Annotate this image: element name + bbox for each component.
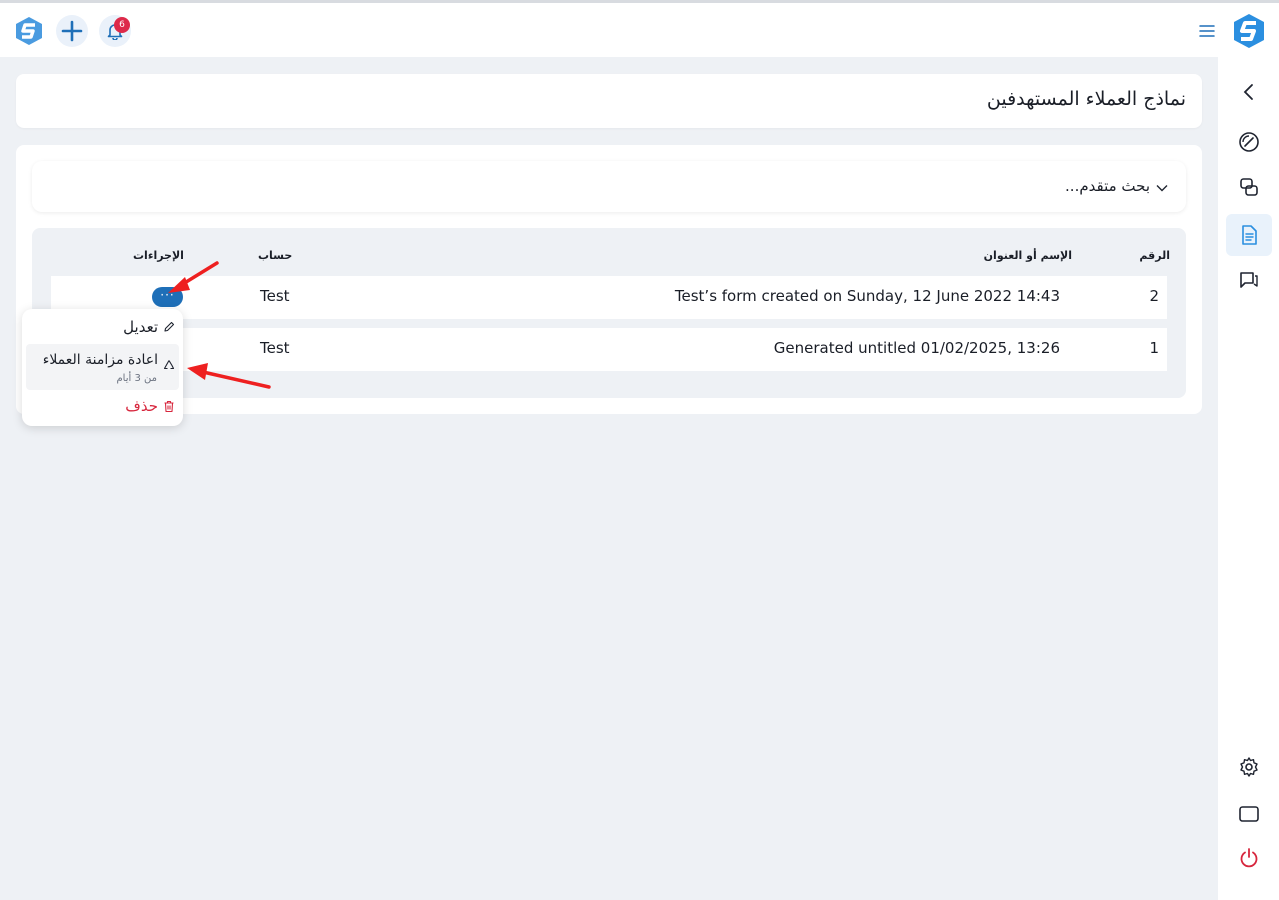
plus-icon <box>61 20 83 42</box>
content-card: بحث متقدم... الرقم الإسم أو العنوان حساب… <box>16 145 1202 414</box>
forms-table: الرقم الإسم أو العنوان حساب الإجراءات 2 … <box>32 228 1186 398</box>
menu-item-edit-label: تعديل <box>123 318 158 336</box>
menu-item-delete-label: حذف <box>125 397 158 415</box>
gear-icon <box>1240 757 1258 777</box>
menu-item-resync-timestamp: من 3 أيام <box>116 373 157 384</box>
brand-logo-icon[interactable] <box>1232 13 1266 49</box>
recycle-icon <box>163 360 175 370</box>
menu-item-resync-clients[interactable]: اعادة مزامنة العملاء <box>43 349 175 371</box>
menu-item-resync-label: اعادة مزامنة العملاء <box>42 352 158 368</box>
chat-icon <box>1240 272 1258 288</box>
trash-icon <box>164 400 174 412</box>
row-number: 1 <box>1149 339 1159 357</box>
sidebar-item-fullscreen[interactable] <box>1226 793 1272 835</box>
row-name[interactable]: Generated untitled 01/02/2025, 13:26 <box>774 339 1060 357</box>
page-header: نماذج العملاء المستهدفين <box>16 74 1202 128</box>
document-icon <box>1242 225 1257 245</box>
gauge-icon <box>1239 132 1259 152</box>
chevron-left-icon <box>1243 84 1253 100</box>
add-button[interactable] <box>56 15 88 47</box>
row-actions-menu: تعديل اعادة مزامنة العملاء من 3 أيام حذف <box>22 309 183 426</box>
menu-item-delete[interactable]: حذف <box>125 397 175 415</box>
column-header-number: الرقم <box>1139 249 1170 262</box>
notification-count-badge: 6 <box>114 17 130 33</box>
top-bar: 6 <box>0 0 1279 57</box>
link-icon <box>1240 178 1258 196</box>
table-row[interactable]: 2 Test’s form created on Sunday, 12 June… <box>51 276 1167 319</box>
screen-icon <box>1239 806 1259 822</box>
row-name[interactable]: Test’s form created on Sunday, 12 June 2… <box>675 287 1060 305</box>
column-header-name: الإسم أو العنوان <box>983 249 1072 262</box>
menu-item-edit[interactable]: تعديل <box>123 318 175 336</box>
app-logo-icon[interactable] <box>14 16 44 46</box>
page-title: نماذج العملاء المستهدفين <box>986 88 1186 110</box>
sidebar-item-integrations[interactable] <box>1226 166 1272 208</box>
advanced-search-label: بحث متقدم... <box>1065 177 1150 195</box>
row-actions-button[interactable]: ··· <box>152 287 183 307</box>
table-row[interactable]: 1 Generated untitled 01/02/2025, 13:26 T… <box>51 328 1167 371</box>
sidebar-item-messages[interactable] <box>1226 259 1272 301</box>
sidebar-item-settings[interactable] <box>1226 746 1272 788</box>
column-header-actions: الإجراءات <box>133 249 184 262</box>
row-account: Test <box>260 339 290 357</box>
row-account: Test <box>260 287 290 305</box>
advanced-search-toggle[interactable]: بحث متقدم... <box>32 161 1186 212</box>
sidebar-item-dashboard[interactable] <box>1226 121 1272 163</box>
sidebar <box>1218 57 1279 900</box>
hamburger-menu-icon[interactable] <box>1199 24 1215 38</box>
row-number: 2 <box>1149 287 1159 305</box>
annotation-arrows <box>168 261 271 389</box>
sidebar-item-forms[interactable] <box>1226 214 1272 256</box>
collapse-sidebar-button[interactable] <box>1226 71 1272 113</box>
sidebar-item-logout[interactable] <box>1226 837 1272 879</box>
power-icon <box>1240 848 1258 868</box>
chevron-down-icon <box>1156 185 1168 192</box>
column-header-account: حساب <box>258 249 293 262</box>
pencil-icon <box>164 321 175 332</box>
